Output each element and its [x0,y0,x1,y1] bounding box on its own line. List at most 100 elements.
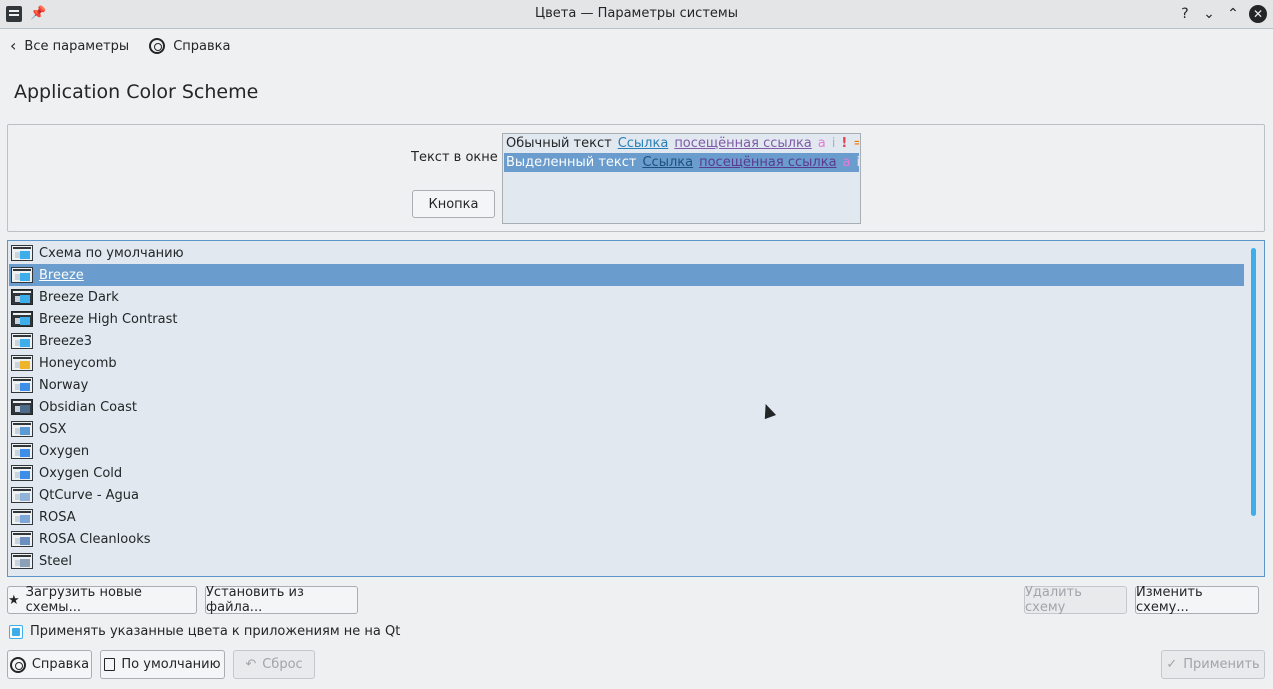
scheme-list-item[interactable]: ROSA [9,506,1244,528]
star-icon: ★ [8,592,20,608]
color-preview-frame: Текст в окне Кнопка Обычный текст Ссылка… [7,124,1265,232]
help-lifebuoy-icon [9,656,26,673]
scheme-list-item[interactable]: Norway [9,374,1244,396]
scheme-list-item[interactable]: ROSA Cleanlooks [9,528,1244,550]
scheme-list-item[interactable]: Honeycomb [9,352,1244,374]
load-new-schemes-label: Загрузить новые схемы... [25,585,142,615]
nav-help-label: Справка [173,38,231,54]
scheme-label: ROSA Cleanlooks [39,531,151,547]
window-titlebar: 📌 Цвета — Параметры системы ? ⌄ ⌃ ✕ [0,0,1273,29]
color-scheme-preview-icon [11,465,33,481]
scheme-list-item[interactable]: Oxygen [9,440,1244,462]
scheme-list-item[interactable]: Breeze [9,264,1244,286]
apply-non-qt-checkbox[interactable] [9,624,23,639]
selected-visited-link[interactable]: посещённая ссылка [699,155,836,170]
defaults-button-label: По умолчанию [121,657,221,672]
normal-glyph-exclamation: ! [841,136,848,151]
install-from-file-button[interactable]: Установить из файла... [205,585,358,615]
scheme-label: Breeze3 [39,333,93,349]
page-title: Application Color Scheme [14,81,259,103]
scheme-list-item[interactable]: OSX [9,418,1244,440]
help-question-icon[interactable]: ? [1177,5,1193,23]
scheme-list-item[interactable]: Breeze3 [9,330,1244,352]
color-scheme-preview-icon [11,267,33,283]
scheme-label: Breeze High Contrast [39,311,178,327]
scheme-list-item[interactable]: Breeze Dark [9,286,1244,308]
all-settings-button[interactable]: ‹ Все параметры [10,38,129,54]
selected-glyph-i: i [856,155,859,170]
window-title: Цвета — Параметры системы [535,6,738,21]
scheme-label: Obsidian Coast [39,399,137,415]
selected-link[interactable]: Ссылка [642,155,693,170]
nav-help-button[interactable]: Справка [149,38,230,54]
reset-button[interactable]: ↶ Сброс [233,650,315,679]
checkmark-icon: ✓ [1166,657,1178,672]
load-new-schemes-button[interactable]: ★ Загрузить новые схемы... [7,585,197,615]
list-scrollbar[interactable] [1251,248,1256,516]
minimize-icon[interactable]: ⌄ [1201,5,1217,23]
scheme-label: Norway [39,377,89,393]
scheme-label: Honeycomb [39,355,117,371]
delete-scheme-button[interactable]: Удалить схему [1024,585,1127,615]
color-scheme-preview-icon [11,553,33,569]
close-icon[interactable]: ✕ [1249,5,1267,23]
preview-button[interactable]: Кнопка [412,190,495,218]
document-icon [104,658,116,671]
normal-link[interactable]: Ссылка [618,136,669,151]
help-button-label: Справка [31,657,90,672]
scheme-list-item[interactable]: Steel [9,550,1244,572]
normal-visited-link[interactable]: посещённая ссылка [674,136,811,151]
window-text-label: Текст в окне [411,150,498,165]
selected-glyph-a: a [842,155,851,170]
scheme-list-item[interactable]: Схема по умолчанию [9,242,1244,264]
scheme-label: Steel [39,553,72,569]
scheme-label: Breeze Dark [39,289,119,305]
help-lifebuoy-icon [149,38,166,54]
normal-glyph-a: a [817,136,826,151]
apply-button-label: Применить [1183,657,1260,672]
apply-button[interactable]: ✓ Применить [1161,650,1265,679]
scheme-label: Oxygen Cold [39,465,123,481]
apply-non-qt-label[interactable]: Применять указанные цвета к приложениям … [30,624,400,639]
color-scheme-preview-icon [11,531,33,547]
scheme-label: Breeze [39,267,84,283]
defaults-button[interactable]: По умолчанию [100,650,225,679]
scheme-label: QtCurve - Agua [39,487,139,503]
scheme-list-item[interactable]: Breeze High Contrast [9,308,1244,330]
color-scheme-preview-icon [11,443,33,459]
selected-text: Выделенный текст [506,155,637,170]
color-scheme-preview-icon [11,487,33,503]
color-scheme-preview-icon [11,245,33,261]
color-scheme-list[interactable]: Схема по умолчанию Breeze Breeze Dark Breez… [7,240,1265,577]
color-scheme-preview-icon [11,377,33,393]
normal-text: Обычный текст [506,136,612,151]
color-scheme-preview-icon [11,421,33,437]
color-scheme-preview-icon [11,333,33,349]
scheme-label: Схема по умолчанию [39,245,184,261]
normal-glyph-i: i [831,136,836,151]
maximize-icon[interactable]: ⌃ [1225,5,1241,23]
color-scheme-preview-icon [11,289,33,305]
color-scheme-preview-icon [11,399,33,415]
apply-non-qt-row: Применять указанные цвета к приложениям … [9,624,400,639]
chevron-left-icon: ‹ [10,36,17,55]
scheme-label: OSX [39,421,67,437]
preview-panel: Обычный текст Ссылка посещённая ссылка a… [502,133,861,224]
normal-text-row: Обычный текст Ссылка посещённая ссылка a… [504,134,859,153]
scheme-label: ROSA [39,509,76,525]
color-scheme-preview-icon [11,355,33,371]
all-settings-label: Все параметры [24,38,130,54]
scheme-list-item[interactable]: Oxygen Cold [9,462,1244,484]
normal-glyph-equals: = [853,136,859,151]
selected-text-row: Выделенный текст Ссылка посещённая ссылк… [504,153,859,172]
scheme-list-item[interactable]: QtCurve - Agua [9,484,1244,506]
undo-icon: ↶ [245,657,257,672]
color-scheme-preview-icon [11,509,33,525]
help-button[interactable]: Справка [7,650,92,679]
titlebar-controls: ? ⌄ ⌃ ✕ [1177,5,1267,23]
scheme-list-item[interactable]: Obsidian Coast [9,396,1244,418]
navigation-bar: ‹ Все параметры Справка [10,38,230,54]
edit-scheme-button[interactable]: Изменить схему... [1135,585,1259,615]
reset-button-label: Сброс [262,657,303,672]
color-scheme-preview-icon [11,311,33,327]
